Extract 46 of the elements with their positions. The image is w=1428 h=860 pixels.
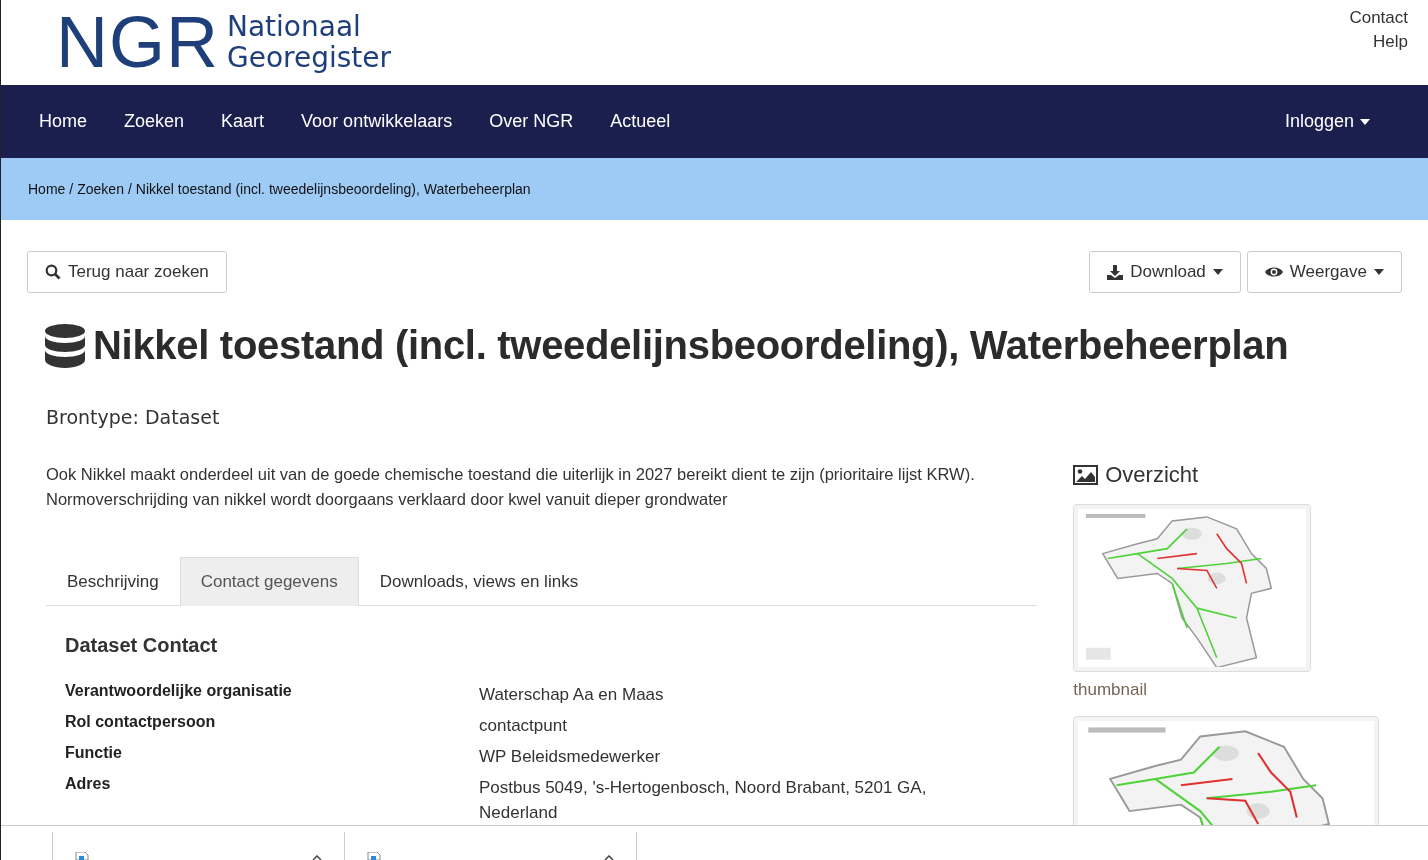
field-value: WP Beleidsmedewerker (479, 746, 662, 768)
image-icon (1073, 465, 1099, 485)
tab[interactable]: Downloads, views en links (358, 557, 600, 606)
field-label: Functie (65, 744, 123, 763)
caret-icon (1360, 118, 1370, 125)
tab[interactable]: Contact gegevens (179, 557, 359, 606)
back-to-search-button[interactable]: Terug naar zoeken (27, 251, 227, 293)
nav-link[interactable]: Home (39, 111, 87, 132)
page-title: Nikkel toestand (incl. tweedelijnsbeoordeling), Waterbeheerplan (93, 323, 1289, 368)
file-icon[interactable] (367, 852, 381, 860)
header-link[interactable]: Help (1373, 32, 1408, 52)
eye-icon (1264, 266, 1283, 278)
tab[interactable]: Beschrijving (46, 557, 180, 606)
field-value: Waterschap Aa en Maas (479, 684, 665, 706)
field-value: contactpunt (479, 715, 568, 737)
search-icon (45, 264, 61, 280)
breadcrumb-link[interactable]: Nikkel toestand (incl. tweedelijnsbeoordeling), Waterbeheerplan (135, 181, 531, 197)
breadcrumb-link[interactable]: Zoeken (77, 181, 124, 197)
field-value: Postbus 5049, 's-Hertogenbosch, Noord Brabant, 5201 GA, Nederland (479, 777, 928, 824)
download-button[interactable]: Download (1089, 251, 1241, 293)
chevron-icon[interactable] (312, 855, 322, 860)
field-label: Adres (65, 775, 112, 794)
section-heading: Dataset Contact (65, 634, 219, 657)
field-label: Verantwoordelijke organisatie (65, 682, 293, 701)
nav-link[interactable]: Kaart (221, 111, 265, 132)
section-heading: Overzicht (1105, 462, 1199, 488)
field-label: Rol contactpersoon (65, 713, 217, 732)
nav-link[interactable]: Over NGR (489, 111, 574, 132)
breadcrumb-separator: / (69, 181, 74, 197)
nav-link[interactable]: Zoeken (124, 111, 185, 132)
view-button[interactable]: Weergave (1246, 251, 1402, 293)
chevron-icon[interactable] (604, 855, 614, 860)
header-link[interactable]: Contact (1349, 8, 1408, 28)
source-type: Brontype: Dataset (46, 406, 221, 428)
description: Ook Nikkel maakt onderdeel uit van de goede chemische toestand die uiterlijk in 2027 bereikt dient te zijn (prioritaire lijst KRW). Normoverschrijding van nikkel wordt doorgaans verklaard door kwel vanuit dieper grondwater (46, 464, 976, 510)
caret-icon (1212, 269, 1223, 275)
nav-link[interactable]: Voor ontwikkelaars (301, 111, 453, 132)
breadcrumb-separator: / (127, 181, 132, 197)
database-icon (45, 323, 85, 368)
file-icon[interactable] (75, 852, 89, 860)
login-menu[interactable]: Inloggen (1284, 111, 1370, 132)
nav-link[interactable]: Actueel (610, 111, 671, 132)
download-icon (1107, 264, 1124, 280)
thumbnail-caption: thumbnail (1073, 680, 1148, 700)
caret-icon (1374, 269, 1384, 275)
breadcrumb-link[interactable]: Home (28, 181, 66, 197)
